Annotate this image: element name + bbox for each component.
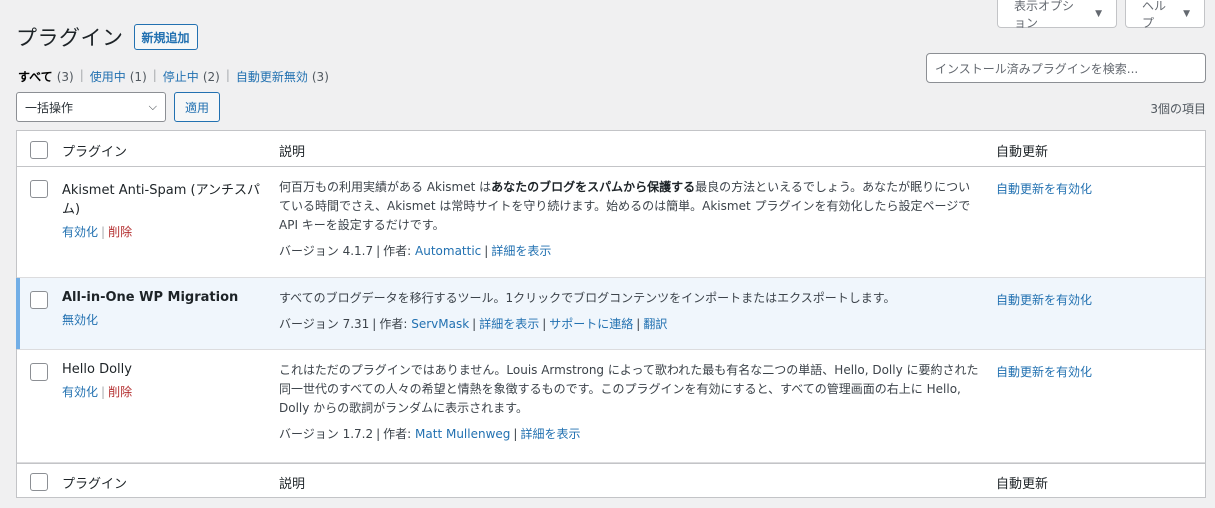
plugin-meta: バージョン 1.7.2 | 作者: Matt Mullenweg | 詳細を表示	[279, 427, 581, 441]
enable-auto-update-link[interactable]: 自動更新を有効化	[996, 363, 1196, 380]
filter-active[interactable]: 使用中 (1)	[90, 68, 147, 85]
tablenav-top: 一括操作 ⌵ 適用	[16, 92, 221, 122]
plugin-checkbox[interactable]	[30, 363, 48, 381]
screen-options-label: 表示オプション	[1014, 0, 1075, 30]
select-all-checkbox[interactable]	[30, 141, 48, 159]
delete-link[interactable]: 削除	[108, 225, 132, 239]
column-plugin-header: プラグイン	[62, 145, 128, 160]
filter-inactive[interactable]: 停止中 (2)	[163, 68, 220, 85]
activate-link[interactable]: 有効化	[62, 225, 98, 239]
plugin-name: Hello Dolly	[62, 362, 132, 377]
table-row: Akismet Anti-Spam (アンチスパム) 有効化 | 削除 何百万もの利…	[17, 167, 1205, 278]
status-filters: すべて (3) | 使用中 (1) | 停止中 (2) | 自動更新無効 (3)	[18, 68, 329, 85]
view-details-link[interactable]: 詳細を表示	[491, 244, 551, 258]
author-link[interactable]: Matt Mullenweg	[415, 427, 510, 441]
bulk-action-select[interactable]: 一括操作 ⌵	[16, 92, 166, 122]
activate-link[interactable]: 有効化	[62, 385, 98, 399]
screen-meta-links: 表示オプション ▼ ヘルプ ▼	[997, 0, 1215, 30]
caret-down-icon: ▼	[1095, 8, 1102, 19]
column-plugin-footer: プラグイン	[62, 477, 128, 492]
delete-link[interactable]: 削除	[108, 385, 132, 399]
plugin-meta: バージョン 4.1.7 | 作者: Automattic | 詳細を表示	[279, 244, 552, 258]
table-footer-row: プラグイン 説明 自動更新	[17, 463, 1205, 498]
plugin-checkbox[interactable]	[30, 291, 48, 309]
search-placeholder: インストール済みプラグインを検索...	[935, 61, 1139, 76]
plugin-name: All-in-One WP Migration	[62, 290, 239, 305]
author-link[interactable]: ServMask	[411, 317, 469, 331]
translate-link[interactable]: 翻訳	[643, 317, 667, 331]
support-link[interactable]: サポートに連絡	[549, 317, 633, 331]
enable-auto-update-link[interactable]: 自動更新を有効化	[996, 291, 1196, 308]
table-header-row: プラグイン 説明 自動更新	[17, 131, 1205, 167]
table-row: Hello Dolly 有効化 | 削除 これはただのプラグインではありません。Lo…	[17, 350, 1205, 463]
filter-auto-update-disabled[interactable]: 自動更新無効 (3)	[236, 68, 329, 85]
column-description-footer: 説明	[279, 477, 306, 492]
screen-options-button[interactable]: 表示オプション ▼	[997, 0, 1117, 30]
view-details-link[interactable]: 詳細を表示	[479, 317, 539, 331]
help-button[interactable]: ヘルプ ▼	[1125, 0, 1205, 30]
apply-button[interactable]: 適用	[174, 92, 221, 122]
plugin-meta: バージョン 7.31 | 作者: ServMask | 詳細を表示 | サポートに連絡 | 翻訳	[279, 317, 668, 331]
plugin-description: これはただのプラグインではありません。Louis Armstrong によって歌…	[279, 363, 979, 415]
view-details-link[interactable]: 詳細を表示	[520, 427, 580, 441]
deactivate-link[interactable]: 無効化	[62, 313, 98, 327]
column-description-header: 説明	[279, 145, 306, 160]
enable-auto-update-link[interactable]: 自動更新を有効化	[996, 180, 1196, 197]
caret-down-icon: ▼	[1183, 8, 1190, 19]
filter-all[interactable]: すべて (3)	[18, 68, 74, 85]
plugin-description: すべてのブログデータを移行するツール。1クリックでブログコンテンツをインポートま…	[279, 291, 896, 305]
plugin-search-input[interactable]: インストール済みプラグインを検索...	[926, 53, 1206, 83]
add-new-button[interactable]: 新規追加	[133, 24, 198, 50]
plugin-description: 何百万もの利用実績がある Akismet はあなたのブログをスパムから保護する最…	[279, 180, 971, 232]
author-link[interactable]: Automattic	[415, 244, 481, 258]
page-header: プラグイン 新規追加	[16, 22, 198, 52]
select-all-checkbox-footer[interactable]	[30, 473, 48, 491]
plugin-name: Akismet Anti-Spam (アンチスパム)	[62, 183, 261, 217]
plugin-checkbox[interactable]	[30, 180, 48, 198]
page-title: プラグイン	[16, 26, 124, 50]
chevron-down-icon: ⌵	[148, 100, 157, 113]
plugins-table: プラグイン 説明 自動更新 Akismet Anti-Spam (アンチスパム)…	[16, 130, 1206, 498]
item-count: 3個の項目	[1150, 102, 1206, 116]
column-auto-update-footer: 自動更新	[996, 477, 1049, 492]
help-label: ヘルプ	[1142, 0, 1167, 30]
column-auto-update-header: 自動更新	[996, 145, 1049, 160]
table-row: All-in-One WP Migration 無効化 すべてのブログデータを移…	[16, 278, 1205, 350]
